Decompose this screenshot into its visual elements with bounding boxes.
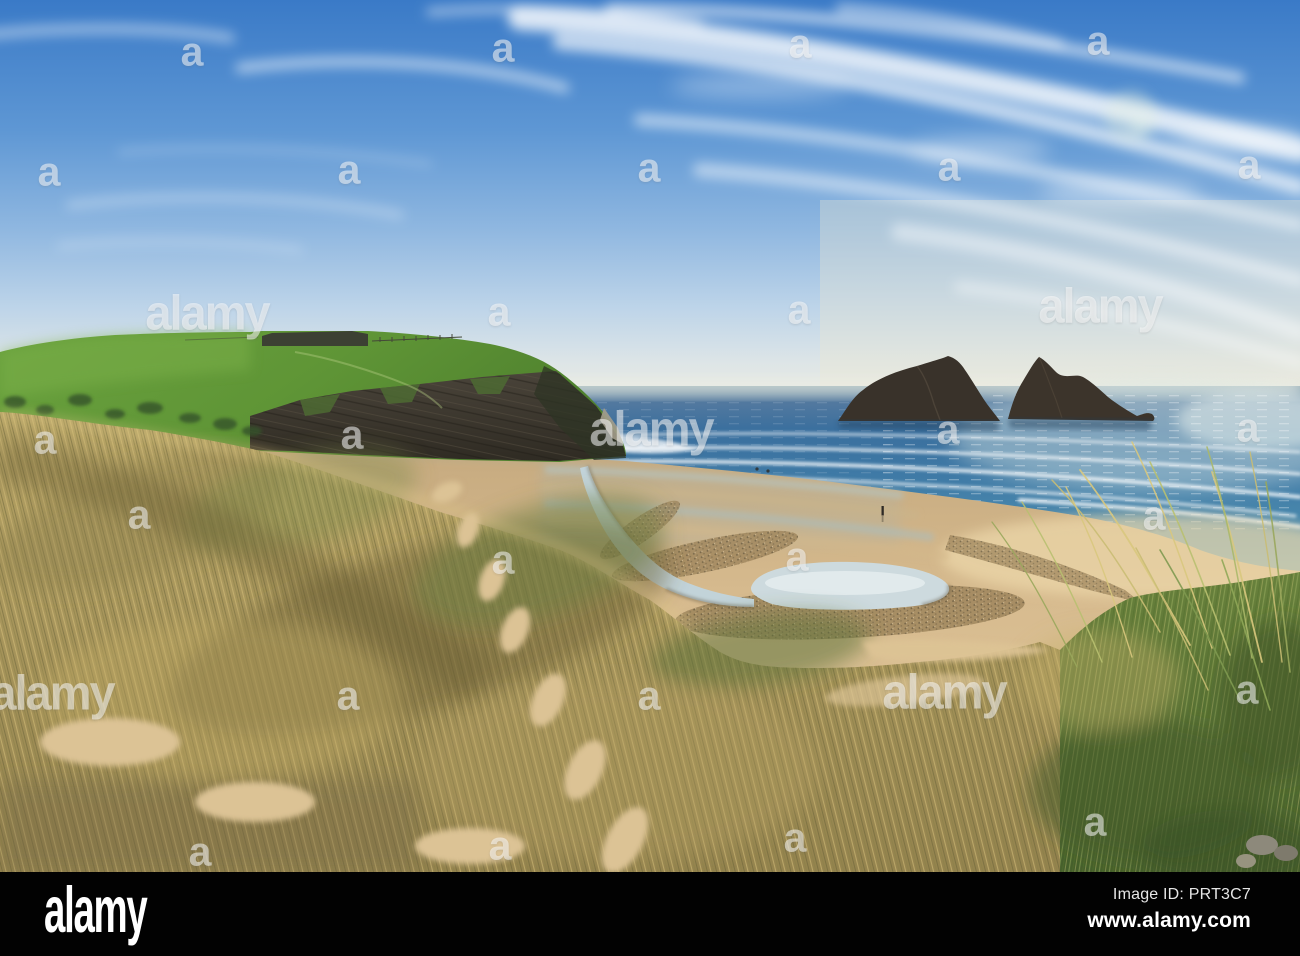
footer-meta: Image ID: PRT3C7 www.alamy.com	[1087, 886, 1251, 933]
coastal-scene-illustration	[0, 0, 1300, 872]
footer-bar: alamy Image ID: PRT3C7 www.alamy.com	[0, 872, 1300, 956]
building-silhouette	[262, 331, 368, 346]
lens-flare	[1105, 90, 1157, 142]
alamy-url-text: www.alamy.com	[1087, 909, 1251, 932]
beach-photograph: a a a a a a a a a a a a a a a a a a a a a a a a a a alamy alamy alam…	[0, 0, 1300, 872]
alamy-logo: alamy	[44, 873, 148, 947]
stock-photo-page: a a a a a a a a a a a a a a a a a a a a a a a a a a alamy alamy alam…	[0, 0, 1300, 956]
image-id-text: Image ID: PRT3C7	[1112, 886, 1251, 903]
